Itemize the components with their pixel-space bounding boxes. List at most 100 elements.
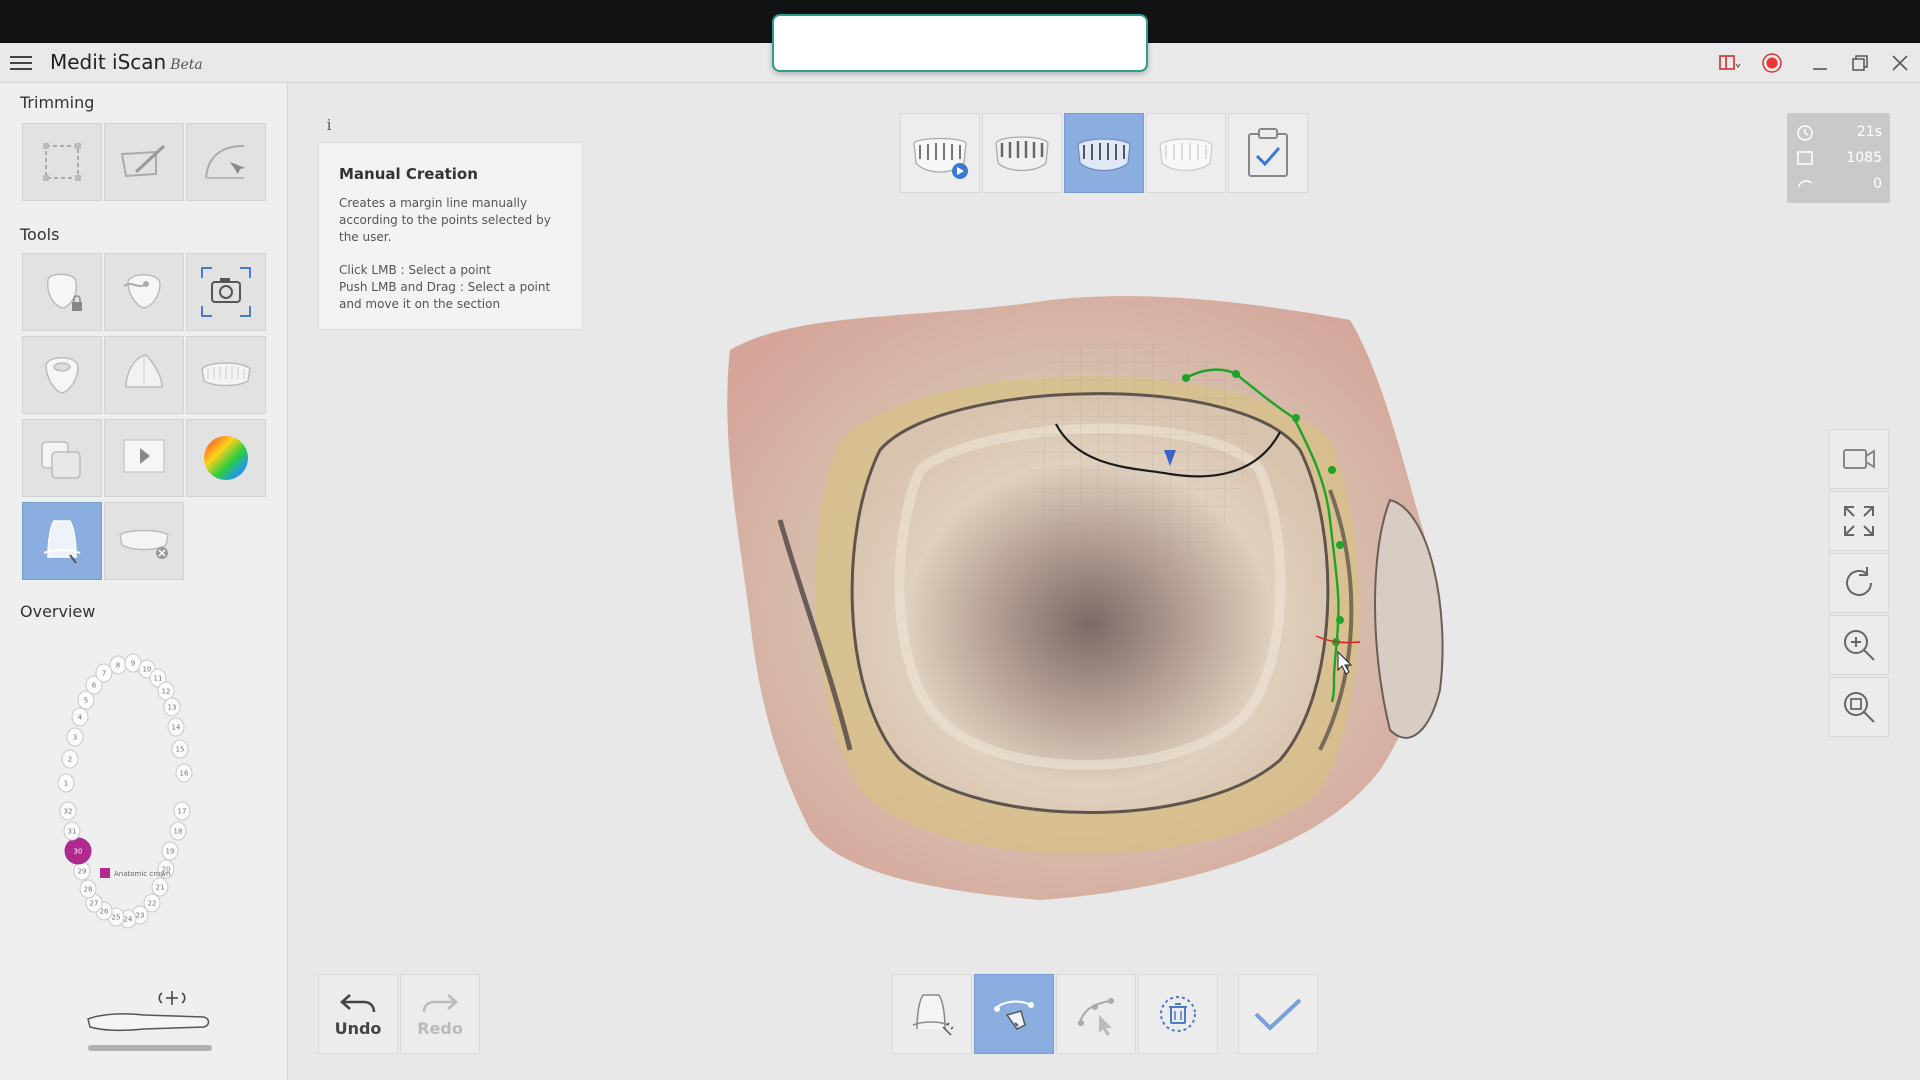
- tooth-number-31: 31: [68, 828, 77, 836]
- legend-swatch: [100, 868, 110, 878]
- edit-points-icon: [1071, 989, 1121, 1039]
- fill-hole-button[interactable]: [22, 336, 102, 414]
- reset-view-button[interactable]: [1829, 553, 1889, 613]
- margin-line-button[interactable]: [22, 502, 102, 580]
- trim-lasso-button[interactable]: [186, 123, 266, 201]
- confirm-button[interactable]: [1238, 974, 1318, 1054]
- sync-icon: [1795, 175, 1815, 193]
- lasso-trim-icon: [198, 134, 254, 190]
- video-record-button[interactable]: [1829, 429, 1889, 489]
- smooth-tooth-button[interactable]: [104, 253, 184, 331]
- auto-margin-button[interactable]: [892, 974, 972, 1054]
- tooth-number-24: 24: [124, 916, 133, 924]
- step-lower-scan[interactable]: [982, 113, 1062, 193]
- tooth-number-32: 32: [64, 808, 73, 816]
- tooth-number-17: 17: [178, 808, 187, 816]
- checkmark-icon: [1250, 994, 1306, 1034]
- overview-legend: Anatomic crown: [114, 870, 170, 878]
- expand-icon: [1840, 502, 1878, 540]
- video-camera-icon: [1840, 440, 1878, 478]
- clipboard-check-icon: [1243, 126, 1293, 180]
- tooth-chart: 1234567891011121314151617181920212223242…: [40, 631, 250, 943]
- tooth-number-25: 25: [112, 914, 121, 922]
- manual-creation-button[interactable]: [974, 974, 1054, 1054]
- snapshot-button[interactable]: [186, 253, 266, 331]
- zoom-in-button[interactable]: [1829, 615, 1889, 675]
- tools-title: Tools: [20, 225, 59, 244]
- timer-icon: [1795, 123, 1815, 141]
- zoom-fit-icon: [1840, 688, 1878, 726]
- tooth-number-19: 19: [166, 848, 175, 856]
- trim-box-select-button[interactable]: [22, 123, 102, 201]
- step-review[interactable]: [1228, 113, 1308, 193]
- tooth-number-22: 22: [148, 900, 157, 908]
- scanner-icon: [84, 983, 214, 1053]
- auto-margin-icon: [907, 989, 957, 1039]
- info-title: Manual Creation: [339, 165, 562, 183]
- tooth-number-2: 2: [68, 756, 72, 764]
- full-arch-button[interactable]: [186, 336, 266, 414]
- app-title: Medit iScanBeta: [50, 50, 203, 74]
- bite-scan-icon: [1154, 123, 1218, 183]
- close-icon[interactable]: [1888, 52, 1912, 74]
- lower-jaw-scan-icon: [990, 123, 1054, 183]
- tooth-number-16: 16: [180, 770, 189, 778]
- info-hint-drag: Push LMB and Drag : Select a point and m…: [339, 279, 562, 313]
- tooth-number-18: 18: [174, 828, 183, 836]
- trim-brush-button[interactable]: [104, 123, 184, 201]
- upper-jaw-scan-icon: [908, 123, 972, 183]
- frame-count: 1085: [1846, 150, 1882, 166]
- tooth-number-28: 28: [84, 886, 93, 894]
- tooth-number-13: 13: [168, 704, 177, 712]
- tooth-number-7: 7: [102, 670, 106, 678]
- color-wheel-icon: [198, 430, 254, 486]
- trash-cycle-icon: [1153, 989, 1203, 1039]
- hamburger-menu-icon[interactable]: [10, 53, 32, 73]
- color-map-button[interactable]: [186, 419, 266, 497]
- undo-icon: [338, 991, 378, 1017]
- tooth-number-27: 27: [90, 900, 99, 908]
- box-select-icon: [34, 134, 90, 190]
- tooth-number-30: 30: [74, 848, 83, 856]
- info-hint-click: Click LMB : Select a point: [339, 262, 562, 279]
- step-upper-scan[interactable]: [900, 113, 980, 193]
- tooth-section-button[interactable]: [104, 336, 184, 414]
- tooth-number-14: 14: [172, 724, 181, 732]
- scan-time: 21s: [1857, 124, 1882, 140]
- play-icon: [116, 430, 172, 486]
- scanner-status: [84, 983, 214, 1053]
- edit-points-button[interactable]: [1056, 974, 1136, 1054]
- overview-title: Overview: [20, 602, 95, 621]
- fit-to-screen-button[interactable]: [1829, 491, 1889, 551]
- record-icon[interactable]: [1760, 52, 1784, 74]
- model-viewport[interactable]: [720, 290, 1460, 910]
- tooth-number-9: 9: [131, 660, 135, 668]
- minimize-icon[interactable]: [1808, 52, 1832, 74]
- play-button[interactable]: [104, 419, 184, 497]
- scan-stats-panel: 21s 1085 0: [1787, 113, 1890, 203]
- layers-icon: [34, 430, 90, 486]
- tooth-number-26: 26: [100, 908, 109, 916]
- info-icon[interactable]: i: [320, 116, 338, 134]
- third-stat: 0: [1873, 176, 1882, 192]
- step-bite-scan[interactable]: [1146, 113, 1226, 193]
- step-prep-scan[interactable]: [1064, 113, 1144, 193]
- tooth-number-6: 6: [92, 682, 97, 690]
- layout-toggle-icon[interactable]: [1718, 52, 1742, 74]
- arch-delete-button[interactable]: [104, 502, 184, 580]
- tooth-number-23: 23: [136, 912, 145, 920]
- tooth-number-11: 11: [154, 675, 163, 683]
- margin-line-icon: [34, 513, 90, 569]
- info-panel: Manual Creation Creates a margin line ma…: [318, 142, 583, 330]
- restore-icon[interactable]: [1848, 52, 1872, 74]
- frames-icon: [1795, 149, 1815, 167]
- manual-draw-icon: [989, 989, 1039, 1039]
- layer-copy-button[interactable]: [22, 419, 102, 497]
- redo-button[interactable]: Redo: [400, 974, 480, 1054]
- delete-margin-button[interactable]: [1138, 974, 1218, 1054]
- notification-banner: [772, 14, 1148, 72]
- redo-icon: [420, 991, 460, 1017]
- zoom-fit-button[interactable]: [1829, 677, 1889, 737]
- undo-button[interactable]: Undo: [318, 974, 398, 1054]
- lock-tooth-button[interactable]: [22, 253, 102, 331]
